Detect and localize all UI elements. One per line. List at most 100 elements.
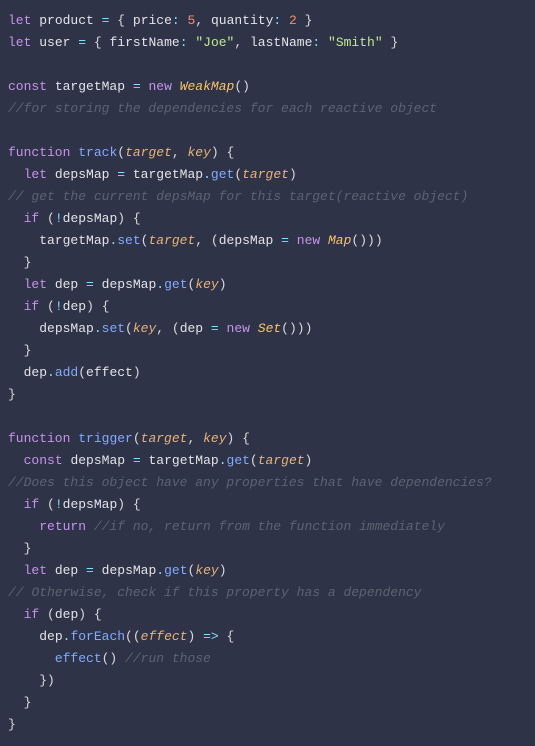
identifier: product <box>39 13 94 28</box>
brace: { <box>227 145 235 160</box>
brace: { <box>133 211 141 226</box>
paren: ) <box>117 497 125 512</box>
identifier: targetMap <box>148 453 218 468</box>
identifier: dep <box>63 299 86 314</box>
keyword-let: let <box>24 277 47 292</box>
paren: ) <box>219 563 227 578</box>
comment: //if no, return from the function immedi… <box>94 519 445 534</box>
comma: , <box>156 321 164 336</box>
parens: () <box>281 321 297 336</box>
brace: } <box>24 541 32 556</box>
keyword-if: if <box>24 497 40 512</box>
keyword-if: if <box>24 607 40 622</box>
paren: ) <box>375 233 383 248</box>
paren: ) <box>78 607 86 622</box>
argument: target <box>148 233 195 248</box>
method: get <box>164 277 187 292</box>
argument: key <box>195 277 218 292</box>
arrow: => <box>203 629 219 644</box>
keyword-let: let <box>24 167 47 182</box>
paren: ( <box>47 299 55 314</box>
comma: , <box>234 35 242 50</box>
brace: } <box>8 717 16 732</box>
colon: : <box>180 35 188 50</box>
dot: . <box>203 167 211 182</box>
operator-not: ! <box>55 497 63 512</box>
dot: . <box>156 277 164 292</box>
number: 2 <box>289 13 297 28</box>
brace: } <box>24 695 32 710</box>
paren: ) <box>297 321 305 336</box>
identifier: effect <box>86 365 133 380</box>
identifier: targetMap <box>39 233 109 248</box>
keyword-if: if <box>24 299 40 314</box>
paren: ) <box>133 365 141 380</box>
keyword-function: function <box>8 145 70 160</box>
property: price <box>133 13 172 28</box>
string: "Joe" <box>195 35 234 50</box>
parameter: effect <box>141 629 188 644</box>
operator-not: ! <box>55 211 63 226</box>
paren: ( <box>172 321 180 336</box>
operator-not: ! <box>55 299 63 314</box>
paren: ) <box>211 145 219 160</box>
operator: = <box>281 233 289 248</box>
paren: ( <box>117 145 125 160</box>
colon: : <box>312 35 320 50</box>
identifier: depsMap <box>39 321 94 336</box>
identifier: depsMap <box>70 453 125 468</box>
code-block: let product = { price: 5, quantity: 2 } … <box>0 0 535 746</box>
paren: ( <box>133 629 141 644</box>
function-name: trigger <box>78 431 133 446</box>
paren: ) <box>289 167 297 182</box>
class-name: WeakMap <box>180 79 235 94</box>
string: "Smith" <box>328 35 383 50</box>
keyword-return: return <box>39 519 86 534</box>
paren: ) <box>219 277 227 292</box>
parens: () <box>102 651 118 666</box>
identifier: targetMap <box>133 167 203 182</box>
class-name: Set <box>258 321 281 336</box>
identifier: depsMap <box>63 497 118 512</box>
paren: ( <box>125 629 133 644</box>
operator: = <box>117 167 125 182</box>
paren: ( <box>234 167 242 182</box>
paren: ) <box>227 431 235 446</box>
identifier: dep <box>55 563 78 578</box>
method: add <box>55 365 78 380</box>
identifier: dep <box>55 277 78 292</box>
method: set <box>102 321 125 336</box>
identifier: targetMap <box>55 79 125 94</box>
operator: = <box>102 13 110 28</box>
paren: ( <box>78 365 86 380</box>
argument: key <box>195 563 218 578</box>
brace: } <box>390 35 398 50</box>
method: get <box>227 453 250 468</box>
identifier: depsMap <box>102 277 157 292</box>
method: get <box>164 563 187 578</box>
paren: ( <box>47 497 55 512</box>
identifier: dep <box>55 607 78 622</box>
brace: } <box>24 343 32 358</box>
keyword-function: function <box>8 431 70 446</box>
colon: : <box>172 13 180 28</box>
paren: ) <box>187 629 195 644</box>
brace: { <box>117 13 125 28</box>
operator: = <box>86 563 94 578</box>
identifier: user <box>39 35 70 50</box>
method: set <box>117 233 140 248</box>
keyword-let: let <box>8 35 31 50</box>
brace: { <box>227 629 235 644</box>
operator: = <box>86 277 94 292</box>
function-call: effect <box>55 651 102 666</box>
class-name: Map <box>328 233 351 248</box>
argument: target <box>242 167 289 182</box>
paren: ) <box>305 321 313 336</box>
keyword-new: new <box>297 233 320 248</box>
brace: { <box>133 497 141 512</box>
paren: ) <box>86 299 94 314</box>
identifier: depsMap <box>219 233 274 248</box>
parameter: key <box>203 431 226 446</box>
comment: // get the current depsMap for this targ… <box>8 189 468 204</box>
property: quantity <box>211 13 273 28</box>
